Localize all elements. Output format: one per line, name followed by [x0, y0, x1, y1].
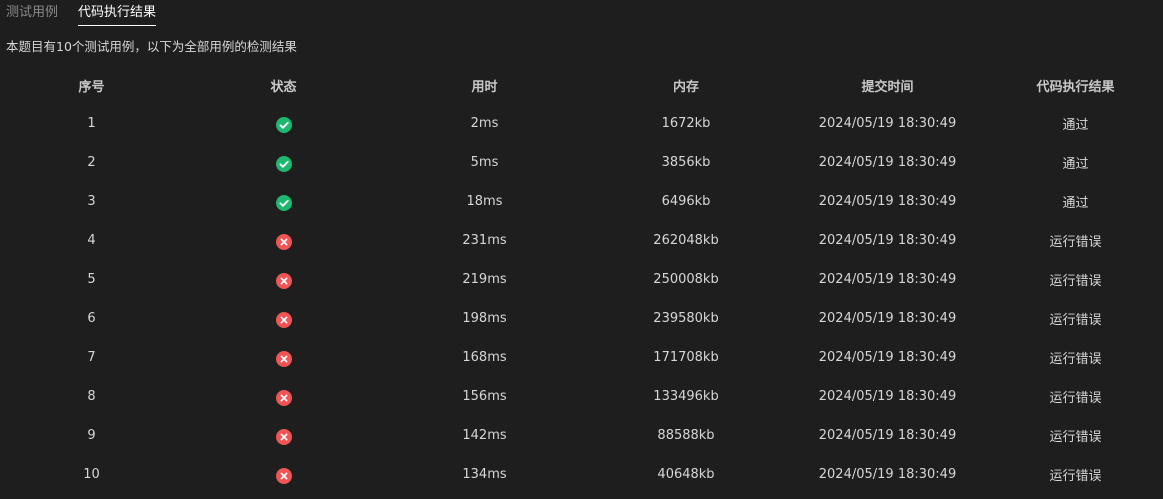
cell-index: 4 — [87, 233, 96, 248]
table-row: 10 134ms 40648kb 2024/05/19 18:30:49 运行错误 — [0, 455, 1163, 494]
check-circle-icon — [275, 155, 292, 172]
cell-submit-time: 2024/05/19 18:30:49 — [818, 116, 957, 131]
cell-status — [183, 455, 384, 494]
cell-status — [183, 104, 384, 143]
cell-time: 219ms — [462, 272, 507, 287]
cell-time: 18ms — [466, 194, 503, 209]
table-row: 6 198ms 239580kb 2024/05/19 18:30:49 运行错误 — [0, 299, 1163, 338]
cell-index: 5 — [87, 272, 96, 287]
table-row: 4 231ms 262048kb 2024/05/19 18:30:49 运行错误 — [0, 221, 1163, 260]
cell-time: 231ms — [462, 233, 507, 248]
header-submit-time: 提交时间 — [861, 79, 914, 95]
cell-time: 142ms — [462, 428, 507, 443]
cell-memory: 3856kb — [661, 155, 711, 170]
cell-index: 7 — [87, 350, 96, 365]
cell-time: 156ms — [462, 389, 507, 404]
cell-submit-time: 2024/05/19 18:30:49 — [818, 155, 957, 170]
cell-time: 198ms — [462, 311, 507, 326]
cell-result: 运行错误 — [1049, 391, 1102, 406]
cell-memory: 262048kb — [653, 233, 719, 248]
cell-status — [183, 260, 384, 299]
tab-code-results[interactable]: 代码执行结果 — [78, 0, 157, 26]
x-circle-icon — [275, 350, 292, 367]
table-row: 8 156ms 133496kb 2024/05/19 18:30:49 运行错误 — [0, 377, 1163, 416]
x-circle-icon — [275, 389, 292, 406]
check-circle-icon — [275, 116, 292, 133]
table-row: 2 5ms 3856kb 2024/05/19 18:30:49 通过 — [0, 143, 1163, 182]
cell-index: 3 — [87, 194, 96, 209]
cell-time: 5ms — [470, 155, 499, 170]
table-row: 1 2ms 1672kb 2024/05/19 18:30:49 通过 — [0, 104, 1163, 143]
cell-result: 运行错误 — [1049, 313, 1102, 328]
cell-memory: 171708kb — [653, 350, 719, 365]
header-time: 用时 — [471, 79, 498, 95]
cell-time: 134ms — [462, 467, 507, 482]
header-index: 序号 — [78, 79, 105, 95]
x-circle-icon — [275, 272, 292, 289]
cell-result: 运行错误 — [1049, 430, 1102, 445]
cell-submit-time: 2024/05/19 18:30:49 — [818, 272, 957, 287]
cell-submit-time: 2024/05/19 18:30:49 — [818, 428, 957, 443]
table-row: 5 219ms 250008kb 2024/05/19 18:30:49 运行错误 — [0, 260, 1163, 299]
table-body: 1 2ms 1672kb 2024/05/19 18:30:49 通过 2 5ms 3856k… — [0, 104, 1163, 494]
cell-index: 9 — [87, 428, 96, 443]
table-row: 7 168ms 171708kb 2024/05/19 18:30:49 运行错误 — [0, 338, 1163, 377]
table-row: 9 142ms 88588kb 2024/05/19 18:30:49 运行错误 — [0, 416, 1163, 455]
cell-result: 通过 — [1062, 157, 1089, 172]
cell-status — [183, 377, 384, 416]
cell-submit-time: 2024/05/19 18:30:49 — [818, 467, 957, 482]
header-result: 代码执行结果 — [1036, 79, 1115, 95]
cell-result: 运行错误 — [1049, 235, 1102, 250]
x-circle-icon — [275, 233, 292, 250]
cell-status — [183, 143, 384, 182]
cell-index: 2 — [87, 155, 96, 170]
check-circle-icon — [275, 194, 292, 211]
cell-result: 通过 — [1062, 196, 1089, 211]
cell-memory: 133496kb — [653, 389, 719, 404]
summary-text: 本题目有10个测试用例，以下为全部用例的检测结果 — [6, 39, 297, 54]
cell-memory: 250008kb — [653, 272, 719, 287]
cell-index: 10 — [83, 467, 100, 482]
cell-memory: 88588kb — [657, 428, 715, 443]
table-row: 3 18ms 6496kb 2024/05/19 18:30:49 通过 — [0, 182, 1163, 221]
x-circle-icon — [275, 311, 292, 328]
cell-submit-time: 2024/05/19 18:30:49 — [818, 233, 957, 248]
tab-bar: 测试用例 代码执行结果 — [6, 0, 157, 26]
x-circle-icon — [275, 428, 292, 445]
cell-index: 8 — [87, 389, 96, 404]
x-circle-icon — [275, 467, 292, 484]
cell-status — [183, 299, 384, 338]
cell-memory: 239580kb — [653, 311, 719, 326]
cell-memory: 40648kb — [657, 467, 715, 482]
cell-submit-time: 2024/05/19 18:30:49 — [818, 389, 957, 404]
cell-submit-time: 2024/05/19 18:30:49 — [818, 350, 957, 365]
cell-result: 通过 — [1062, 118, 1089, 133]
cell-status — [183, 182, 384, 221]
table-header-row: 序号 状态 用时 内存 提交时间 代码执行结果 — [0, 66, 1163, 104]
cell-status — [183, 416, 384, 455]
cell-index: 6 — [87, 311, 96, 326]
header-memory: 内存 — [672, 79, 699, 95]
cell-result: 运行错误 — [1049, 274, 1102, 289]
cell-time: 168ms — [462, 350, 507, 365]
tab-test-cases[interactable]: 测试用例 — [6, 0, 58, 25]
header-status: 状态 — [270, 79, 297, 95]
cell-result: 运行错误 — [1049, 352, 1102, 367]
cell-memory: 1672kb — [661, 116, 711, 131]
cell-submit-time: 2024/05/19 18:30:49 — [818, 311, 957, 326]
cell-submit-time: 2024/05/19 18:30:49 — [818, 194, 957, 209]
cell-time: 2ms — [470, 116, 499, 131]
results-table: 序号 状态 用时 内存 提交时间 代码执行结果 1 2ms 1672kb 2024/0… — [0, 66, 1163, 494]
cell-index: 1 — [87, 116, 96, 131]
cell-status — [183, 221, 384, 260]
cell-status — [183, 338, 384, 377]
cell-memory: 6496kb — [661, 194, 711, 209]
cell-result: 运行错误 — [1049, 469, 1102, 484]
